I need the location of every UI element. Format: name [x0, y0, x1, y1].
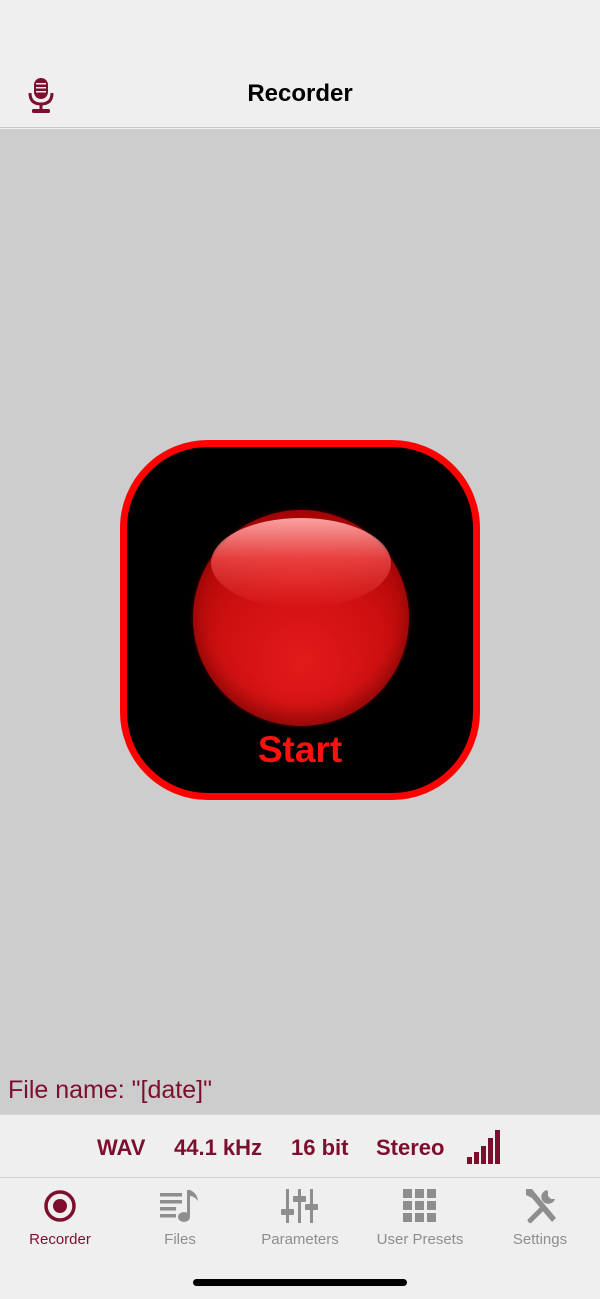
tab-user-presets[interactable]: User Presets: [360, 1179, 480, 1259]
tab-parameters[interactable]: Parameters: [240, 1179, 360, 1259]
tab-parameters-label: Parameters: [261, 1231, 339, 1248]
recorder-panel: Start: [0, 129, 600, 1114]
file-name-label[interactable]: File name: "[date]": [8, 1076, 212, 1105]
tab-files[interactable]: Files: [120, 1179, 240, 1259]
navigation-bar: Recorder: [0, 0, 600, 128]
home-indicator[interactable]: [193, 1279, 407, 1286]
start-label: Start: [257, 729, 343, 770]
format-status-bar[interactable]: WAV 44.1 kHz 16 bit Stereo: [0, 1114, 600, 1178]
tab-settings[interactable]: Settings: [480, 1179, 600, 1259]
tab-files-label: Files: [164, 1231, 196, 1248]
bit-depth-value: 16 bit: [291, 1135, 349, 1160]
sliders-icon: [281, 1189, 318, 1223]
grid-icon: [403, 1189, 436, 1222]
sample-rate-value: 44.1 kHz: [174, 1135, 263, 1160]
tab-recorder[interactable]: Recorder: [0, 1179, 120, 1259]
tools-icon: [526, 1189, 556, 1224]
signal-bars-icon: [467, 1130, 500, 1164]
page-title: Recorder: [247, 80, 353, 107]
tab-settings-label: Settings: [512, 1231, 568, 1248]
tab-user-presets-label: User Presets: [376, 1231, 464, 1248]
record-icon: [44, 1190, 76, 1222]
channels-value: Stereo: [376, 1135, 445, 1160]
start-record-button[interactable]: Start: [120, 440, 480, 800]
music-list-icon: [160, 1190, 198, 1222]
tab-recorder-label: Recorder: [29, 1231, 91, 1248]
record-ball-icon: [193, 510, 409, 726]
ball-highlight: [211, 518, 391, 608]
format-value: WAV: [97, 1135, 146, 1160]
